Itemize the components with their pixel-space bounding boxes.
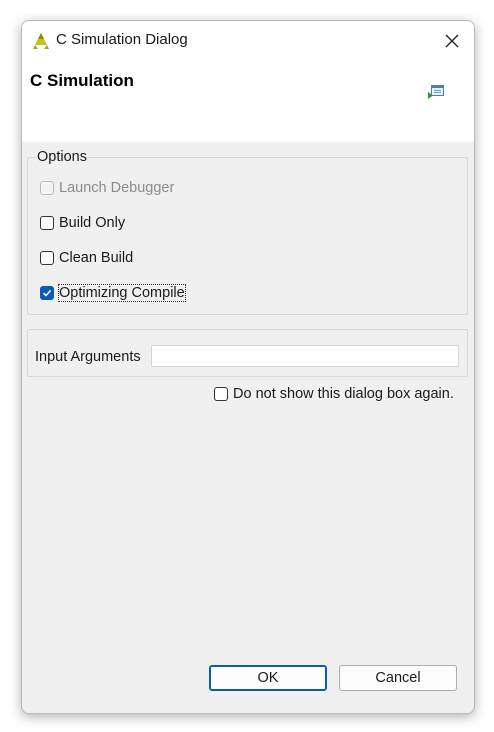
dialog-header: C Simulation	[22, 61, 474, 142]
simulation-run-icon	[428, 85, 444, 99]
clean-build-label[interactable]: Clean Build	[59, 250, 133, 266]
clean-build-checkbox[interactable]: Clean Build	[40, 247, 133, 269]
optimizing-compile-checkbox[interactable]: Optimizing Compile	[40, 282, 186, 304]
checkbox-box[interactable]	[40, 251, 54, 265]
vitis-hls-logo-icon	[32, 32, 50, 50]
options-legend: Options	[36, 149, 88, 165]
dont-show-again-label[interactable]: Do not show this dialog box again.	[233, 386, 454, 402]
checkbox-box[interactable]	[40, 286, 54, 300]
dialog-heading: C Simulation	[30, 71, 134, 90]
input-arguments-label: Input Arguments	[35, 349, 141, 365]
options-group: Options Launch Debugger Build Only Clean…	[27, 149, 468, 315]
cancel-button[interactable]: Cancel	[339, 665, 457, 691]
input-arguments-group: Input Arguments	[27, 329, 468, 377]
close-icon	[445, 34, 459, 48]
build-only-checkbox[interactable]: Build Only	[40, 212, 125, 234]
title-bar: C Simulation Dialog	[22, 21, 474, 61]
build-only-label[interactable]: Build Only	[59, 215, 125, 231]
c-simulation-dialog: C Simulation Dialog C Simulation Options…	[21, 20, 475, 714]
checkbox-box	[40, 181, 54, 195]
launch-debugger-label: Launch Debugger	[59, 180, 175, 196]
checkbox-box[interactable]	[40, 216, 54, 230]
dont-show-again-checkbox[interactable]: Do not show this dialog box again.	[214, 383, 454, 405]
window-title: C Simulation Dialog	[56, 31, 188, 48]
ok-button[interactable]: OK	[209, 665, 327, 691]
input-arguments-field[interactable]	[151, 345, 459, 367]
close-button[interactable]	[438, 27, 466, 55]
optimizing-compile-label[interactable]: Optimizing Compile	[58, 284, 186, 302]
checkmark-icon	[42, 289, 52, 297]
launch-debugger-checkbox: Launch Debugger	[40, 177, 174, 199]
checkbox-box[interactable]	[214, 387, 228, 401]
